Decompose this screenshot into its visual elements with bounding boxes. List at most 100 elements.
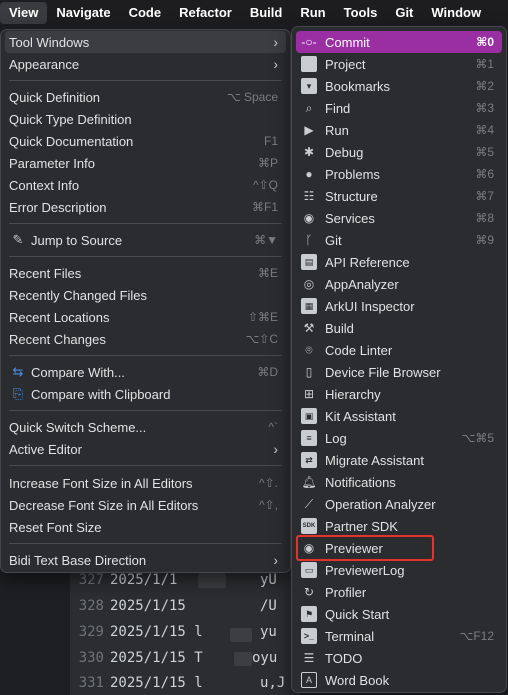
tool-window-word-book[interactable]: A Word Book <box>296 669 502 691</box>
menu-item-label: Recent Locations <box>9 309 110 325</box>
tool-window-arkui-inspector[interactable]: ▦ ArkUI Inspector <box>296 295 502 317</box>
menu-navigate[interactable]: Navigate <box>47 2 119 24</box>
menu-item-compare-with-clipboard[interactable]: ⎘ Compare with Clipboard <box>5 383 286 405</box>
tool-window-partner-sdk[interactable]: SDK Partner SDK <box>296 515 502 537</box>
menu-item-compare-with[interactable]: ⇆ Compare With... ⌘D <box>5 361 286 383</box>
tool-window-quick-start[interactable]: ⚑ Quick Start <box>296 603 502 625</box>
tool-window-operation-analyzer[interactable]: ⟋ Operation Analyzer <box>296 493 502 515</box>
line-fragment: /U <box>260 598 277 614</box>
tool-window-migrate-assistant[interactable]: ⇄ Migrate Assistant <box>296 449 502 471</box>
menu-item-quick-switch-scheme[interactable]: Quick Switch Scheme... ^` <box>5 416 286 438</box>
menu-item-error-description[interactable]: Error Description ⌘F1 <box>5 196 286 218</box>
menu-run[interactable]: Run <box>291 2 334 24</box>
menu-item-recently-changed-files[interactable]: Recently Changed Files <box>5 284 286 306</box>
tool-window-shortcut: ⌘7 <box>475 189 494 203</box>
profiler-icon: ↻ <box>303 585 315 599</box>
tool-window-appanalyzer[interactable]: ◎ AppAnalyzer <box>296 273 502 295</box>
tool-window-run[interactable]: ▶ Run ⌘4 <box>296 119 502 141</box>
tool-window-label: Project <box>325 56 366 72</box>
chevron-right-icon: › <box>273 34 278 50</box>
chevron-right-icon: › <box>273 552 278 568</box>
tool-window-profiler[interactable]: ↻ Profiler <box>296 581 502 603</box>
menu-tools[interactable]: Tools <box>335 2 387 24</box>
tool-window-api-reference[interactable]: ▤ API Reference <box>296 251 502 273</box>
menu-item-reset-font-size[interactable]: Reset Font Size <box>5 516 286 538</box>
menu-separator <box>9 223 282 224</box>
menu-code[interactable]: Code <box>120 2 171 24</box>
menu-item-tool-windows[interactable]: Tool Windows › <box>5 31 286 53</box>
menu-build[interactable]: Build <box>241 2 292 24</box>
tool-window-label: Profiler <box>325 584 367 600</box>
hierarchy-icon: ⊞ <box>303 387 315 401</box>
menu-item-label: Quick Switch Scheme... <box>9 419 147 435</box>
tool-window-hierarchy[interactable]: ⊞ Hierarchy <box>296 383 502 405</box>
menu-item-bidi-text-base-direction[interactable]: Bidi Text Base Direction › <box>5 549 286 571</box>
tool-window-label: ArkUI Inspector <box>325 298 415 314</box>
line-number: 328 <box>78 598 104 614</box>
menu-item-quick-type-definition[interactable]: Quick Type Definition <box>5 108 286 130</box>
menu-refactor[interactable]: Refactor <box>170 2 241 24</box>
menu-item-increase-font-size[interactable]: Increase Font Size in All Editors ^⇧. <box>5 472 286 494</box>
todo-icon: ☰ <box>303 651 315 665</box>
tool-window-todo[interactable]: ☰ TODO <box>296 647 502 669</box>
tool-window-build[interactable]: ⚒ Build <box>296 317 502 339</box>
editor-line: 330 2025/1/15 T <box>70 646 203 670</box>
tool-window-project[interactable]: Project ⌘1 <box>296 53 502 75</box>
menu-item-shortcut: ^⇧Q <box>252 178 278 192</box>
tool-window-device-file-browser[interactable]: ▯ Device File Browser <box>296 361 502 383</box>
menu-git[interactable]: Git <box>386 2 422 24</box>
code-editor-background[interactable]: 327 2025/1/1 328 2025/1/15 329 2025/1/15 l … <box>70 568 300 695</box>
tool-window-debug[interactable]: ✱ Debug ⌘5 <box>296 141 502 163</box>
menu-view[interactable]: View <box>0 1 48 24</box>
hammer-icon: ⚒ <box>303 321 315 335</box>
code-linter-icon: ⌾ <box>305 342 313 357</box>
tool-window-commit[interactable]: -○- Commit ⌘0 <box>296 31 502 53</box>
tool-window-find[interactable]: ⌕ Find ⌘3 <box>296 97 502 119</box>
blurred-text <box>234 652 252 666</box>
menu-item-shortcut: ⌘P <box>257 156 278 170</box>
menu-item-jump-to-source[interactable]: ✎ Jump to Source ⌘▼ <box>5 229 286 251</box>
tool-window-shortcut: ⌘1 <box>475 57 494 71</box>
line-number: 331 <box>78 675 104 691</box>
menu-item-appearance[interactable]: Appearance › <box>5 53 286 75</box>
tool-window-code-linter[interactable]: ⌾ Code Linter <box>296 339 502 361</box>
menu-item-label: Recently Changed Files <box>9 287 148 303</box>
menu-item-label: Bidi Text Base Direction <box>9 552 147 568</box>
menu-separator <box>9 410 282 411</box>
tool-window-git[interactable]: ᚴ Git ⌘9 <box>296 229 502 251</box>
tool-window-kit-assistant[interactable]: ▣ Kit Assistant <box>296 405 502 427</box>
line-fragment: u,J <box>260 675 286 691</box>
menu-item-recent-locations[interactable]: Recent Locations ⇧⌘E <box>5 306 286 328</box>
menu-item-parameter-info[interactable]: Parameter Info ⌘P <box>5 152 286 174</box>
tool-window-shortcut: ⌘6 <box>475 167 494 181</box>
menu-item-active-editor[interactable]: Active Editor › <box>5 438 286 460</box>
bell-icon: 🔔︎ <box>301 475 317 489</box>
menu-separator <box>9 355 282 356</box>
tool-window-services[interactable]: ◉ Services ⌘8 <box>296 207 502 229</box>
tool-window-structure[interactable]: ☷ Structure ⌘7 <box>296 185 502 207</box>
menu-item-label: Tool Windows <box>9 34 90 50</box>
menu-window[interactable]: Window <box>422 2 490 24</box>
tool-window-label: Find <box>325 100 351 116</box>
menu-item-context-info[interactable]: Context Info ^⇧Q <box>5 174 286 196</box>
search-icon: ⌕ <box>305 100 313 115</box>
services-icon: ◉ <box>303 211 315 225</box>
tool-window-log[interactable]: ≡ Log ⌥⌘5 <box>296 427 502 449</box>
menu-item-decrease-font-size[interactable]: Decrease Font Size in All Editors ^⇧, <box>5 494 286 516</box>
tool-window-terminal[interactable]: >_ Terminal ⌥F12 <box>296 625 502 647</box>
menu-item-recent-files[interactable]: Recent Files ⌘E <box>5 262 286 284</box>
tool-window-label: Debug <box>325 144 364 160</box>
menu-item-quick-documentation[interactable]: Quick Documentation F1 <box>5 130 286 152</box>
line-code: 2025/1/15 l <box>110 675 203 691</box>
tool-window-shortcut: ⌥⌘5 <box>461 431 494 445</box>
menu-item-recent-changes[interactable]: Recent Changes ⌥⇧C <box>5 328 286 350</box>
run-icon: ▶ <box>304 123 314 137</box>
tool-window-problems[interactable]: ● Problems ⌘6 <box>296 163 502 185</box>
tool-window-label: Terminal <box>325 628 375 644</box>
tool-window-previewerlog[interactable]: ▭ PreviewerLog <box>296 559 502 581</box>
tool-window-notifications[interactable]: 🔔︎ Notifications <box>296 471 502 493</box>
tool-window-shortcut: ⌘3 <box>475 101 494 115</box>
menu-item-quick-definition[interactable]: Quick Definition ⌥ Space <box>5 86 286 108</box>
tool-window-bookmarks[interactable]: ▾ Bookmarks ⌘2 <box>296 75 502 97</box>
menu-item-shortcut: ^⇧, <box>258 498 278 512</box>
